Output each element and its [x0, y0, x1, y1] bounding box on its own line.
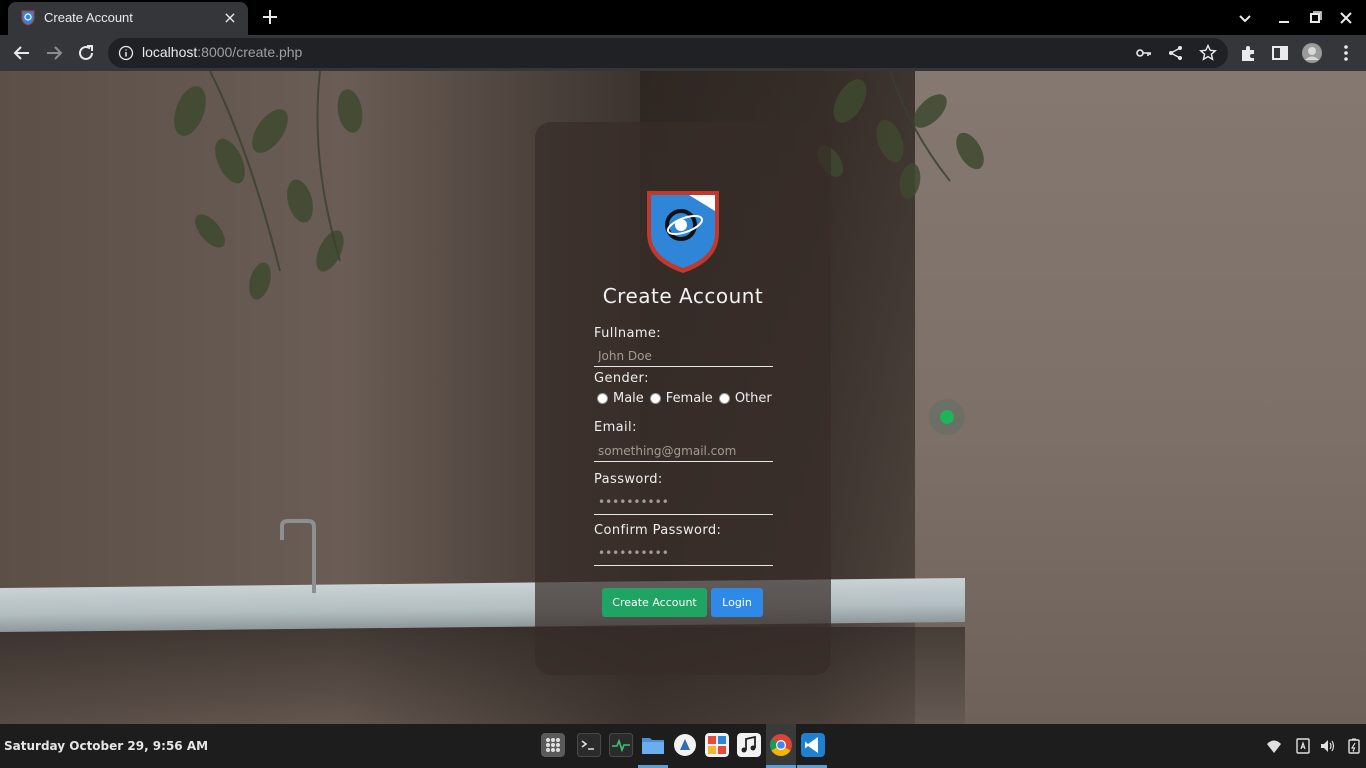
gender-radio-female[interactable] [649, 393, 661, 404]
side-panel-icon[interactable] [1267, 40, 1293, 66]
create-account-card: Create Account Fullname: Gender: Male Fe… [535, 122, 831, 675]
chrome-icon[interactable] [769, 733, 793, 757]
email-input[interactable] [594, 440, 773, 462]
forward-icon[interactable] [41, 40, 67, 66]
volume-icon[interactable] [1320, 738, 1336, 754]
minimize-icon[interactable] [1272, 6, 1296, 30]
site-info-icon[interactable] [118, 45, 134, 61]
app-grid-icon[interactable] [541, 733, 565, 757]
tab-title: Create Account [44, 10, 133, 25]
tab-search-icon[interactable] [1233, 6, 1257, 30]
maximize-icon[interactable] [1303, 6, 1327, 30]
address-bar[interactable]: localhost:8000/create.php [108, 38, 1228, 68]
password-key-icon[interactable] [1134, 43, 1154, 63]
url-path: :8000/create.php [197, 44, 303, 60]
chrome-menu-icon[interactable] [1333, 40, 1359, 66]
reload-icon[interactable] [73, 40, 99, 66]
fullname-input[interactable] [594, 345, 773, 367]
tab-strip: Create Account × [0, 0, 1366, 35]
extensions-icon[interactable] [1235, 40, 1261, 66]
settings-icon[interactable] [673, 733, 697, 757]
profile-avatar-icon[interactable] [1299, 40, 1325, 66]
create-account-button[interactable]: Create Account [602, 588, 707, 617]
confirm-password-label: Confirm Password: [594, 523, 722, 538]
gender-label: Gender: [594, 371, 649, 386]
confirm-password-input[interactable] [594, 541, 773, 566]
gender-radio-group: Male Female Other [597, 391, 778, 406]
shield-favicon-icon [21, 10, 35, 26]
browser-toolbar: localhost:8000/create.php [0, 35, 1366, 71]
gender-option-label: Female [665, 391, 713, 406]
office-icon[interactable] [705, 733, 729, 757]
music-icon[interactable] [737, 733, 761, 757]
email-label: Email: [594, 420, 637, 435]
fullname-label: Fullname: [594, 326, 662, 341]
cursor-indicator [929, 399, 965, 435]
url-host: localhost [142, 44, 198, 60]
tab-create-account[interactable]: Create Account × [8, 2, 248, 35]
school-logo [647, 191, 719, 273]
gender-radio-other[interactable] [718, 393, 730, 404]
gender-option-label: Male [613, 391, 644, 406]
page-title: Create Account [602, 284, 764, 308]
back-icon[interactable] [9, 40, 35, 66]
new-tab-icon[interactable] [258, 5, 282, 29]
vscode-icon[interactable] [801, 733, 825, 757]
faucet-image [280, 519, 316, 593]
taskbar: Saturday October 29, 9:56 AM [0, 724, 1366, 768]
close-window-icon[interactable] [1334, 6, 1358, 30]
password-label: Password: [594, 472, 663, 487]
gender-option-label: Other [734, 391, 772, 406]
system-monitor-icon[interactable] [609, 733, 633, 757]
keyboard-icon[interactable] [1295, 738, 1311, 754]
tab-close-icon[interactable]: × [220, 8, 240, 28]
wifi-icon[interactable] [1266, 738, 1282, 754]
clock[interactable]: Saturday October 29, 9:56 AM [4, 739, 208, 753]
files-icon[interactable] [641, 733, 665, 757]
battery-icon[interactable] [1346, 738, 1362, 754]
share-icon[interactable] [1166, 43, 1186, 63]
password-input[interactable] [594, 490, 773, 515]
terminal-icon[interactable] [577, 733, 601, 757]
gender-radio-male[interactable] [597, 393, 608, 404]
bookmark-star-icon[interactable] [1198, 43, 1218, 63]
url-text[interactable]: localhost:8000/create.php [142, 44, 302, 60]
page-viewport: Create Account Fullname: Gender: Male Fe… [0, 71, 1366, 724]
login-button[interactable]: Login [711, 588, 763, 617]
